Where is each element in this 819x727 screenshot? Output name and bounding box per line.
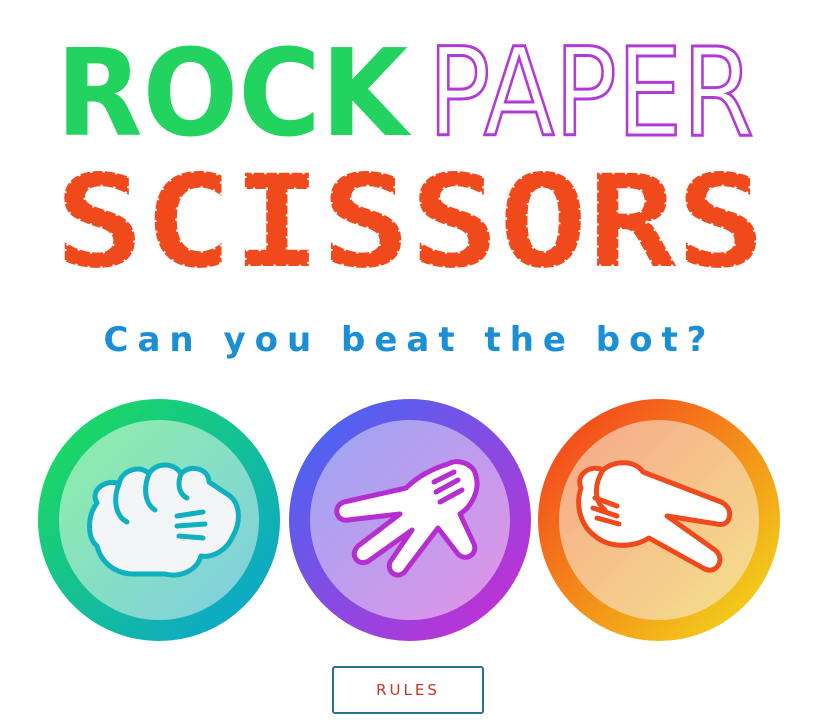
rules-button[interactable]: RULES: [332, 666, 484, 714]
logo-word-scissors: SCISSORS: [55, 148, 765, 290]
choice-buttons: [0, 398, 819, 644]
logo-word-rock: ROCK: [56, 25, 412, 164]
rock-choice-button[interactable]: [37, 398, 281, 642]
game-logo: ROCK PAPER SCISSORS: [0, 0, 819, 291]
logo-word-paper: PAPER: [428, 22, 754, 164]
scissors-choice-button[interactable]: [537, 398, 781, 642]
paper-choice-button[interactable]: [288, 398, 532, 642]
tagline: Can you beat the bot?: [103, 320, 716, 360]
